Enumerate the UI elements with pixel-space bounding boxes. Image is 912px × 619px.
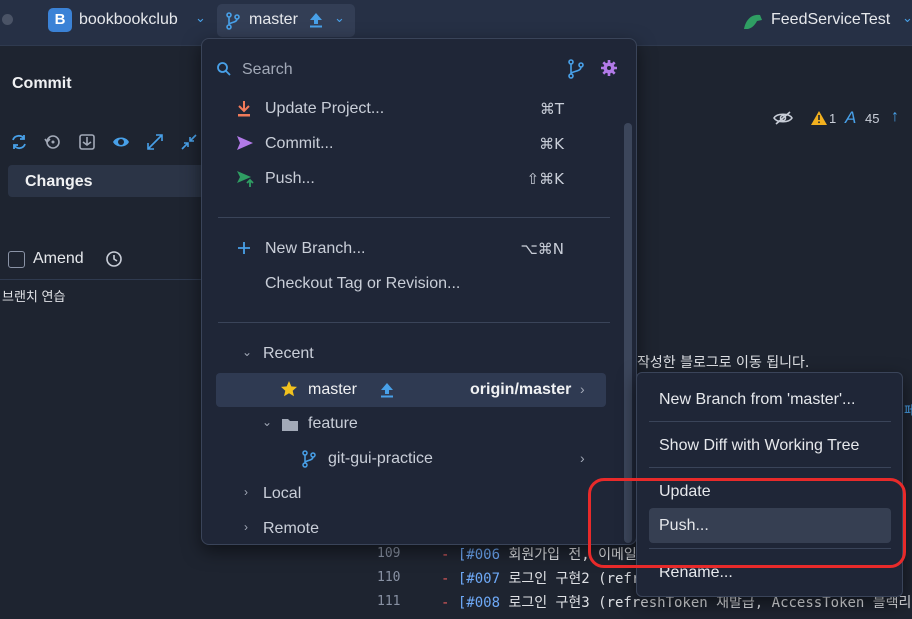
changes-node[interactable]: Changes [8,165,208,197]
chevron-right-icon: › [580,381,585,397]
code-text: 로그인 구현2 (refr [500,571,641,587]
issue-id: [#007 [457,571,501,587]
branch-name: git-gui-practice [328,450,433,467]
expand-icon[interactable] [146,133,164,151]
warning-count: 1 [829,111,837,126]
star-icon [281,381,297,397]
gear-icon[interactable] [600,59,618,77]
push-arrow-icon [381,383,393,398]
editor-text: 작성한 블로그로 이동 됩니다. [637,355,810,371]
code-line: - [#007 로그인 구현2 (refr [441,568,640,588]
run-configuration[interactable]: FeedServiceTest [771,11,890,29]
chevron-down-icon[interactable]: ⌄ [242,345,252,359]
shortcut: ⌥⌘N [520,240,564,258]
separator [649,421,891,422]
remote-group-label[interactable]: Remote [263,520,319,538]
line-number: 110 [377,570,401,585]
reader-mode-icon[interactable] [773,110,793,126]
update-project-item[interactable]: Update Project... ⌘T [216,93,606,126]
chevron-down-icon[interactable]: ⌄ [262,415,272,429]
list-dash: - [441,571,450,587]
chevron-down-icon: ⌄ [334,10,345,25]
menu-item-label: New Branch... [265,240,366,257]
submenu-item-show-diff[interactable]: Show Diff with Working Tree [649,428,891,463]
arrow-up-icon[interactable]: ↑ [891,108,899,126]
search-icon [217,62,231,76]
menu-item-label: New Branch from 'master'... [659,391,856,408]
plus-icon [238,242,250,254]
branch-icon [302,450,316,468]
code-text: 로그인 구현3 (refreshToken 재발급, AccessToken 블… [500,595,912,611]
shortcut: ⇧⌘K [526,170,564,188]
checkout-tag-item[interactable]: Checkout Tag or Revision... [216,268,606,301]
annotation-highlight [588,478,906,568]
folder-label[interactable]: feature [308,415,358,433]
update-project-icon [238,101,250,117]
clock-icon[interactable] [105,250,123,268]
branch-name: master [249,11,298,28]
collapse-icon[interactable] [180,133,198,151]
push-arrow-icon [310,13,322,28]
commit-item[interactable]: Commit... ⌘K [216,128,606,161]
list-dash: - [441,595,450,611]
branch-row-feature[interactable]: git-gui-practice › [216,442,606,475]
chevron-down-icon[interactable]: ⌄ [902,10,912,26]
run-config-icon [744,14,762,29]
line-number: 109 [377,546,401,561]
menu-item-label: Show Diff with Working Tree [659,437,860,454]
commit-icon [237,136,253,150]
list-dash: - [441,547,450,563]
new-branch-item[interactable]: New Branch... ⌥⌘N [216,233,606,266]
branch-icon [226,12,240,30]
issue-id: [#006 [457,547,501,563]
separator [218,217,610,218]
project-badge[interactable]: B [48,8,72,32]
separator [218,322,610,323]
project-name[interactable]: bookbookclub [79,11,178,29]
issue-id: [#008 [457,595,501,611]
menu-item-label: Push... [265,170,315,187]
shortcut: ⌘K [539,135,564,153]
push-icon [237,171,254,187]
menu-item-label: Update Project... [265,100,385,117]
amend-label[interactable]: Amend [33,250,84,268]
search-input[interactable] [242,58,542,82]
editor-text-fragment: 페 [904,403,912,418]
folder-icon [282,419,298,431]
commit-message-field[interactable]: 브랜치 연습 [2,286,65,305]
shortcut: ⌘T [539,100,564,118]
submenu-item-new-branch[interactable]: New Branch from 'master'... [649,382,891,417]
line-number: 111 [377,594,401,609]
push-item[interactable]: Push... ⇧⌘K [216,163,606,196]
window-dot [2,14,13,25]
chevron-down-icon[interactable]: ⌄ [195,10,206,26]
menu-item-label: Checkout Tag or Revision... [265,275,461,292]
typo-count: 45 [865,111,880,126]
separator [649,467,891,468]
warning-icon[interactable] [810,110,828,126]
commit-panel-title: Commit [12,75,72,92]
git-branches-popup: Update Project... ⌘T Commit... ⌘K Push..… [201,38,637,545]
chevron-right-icon[interactable]: › [244,485,248,499]
local-group-label[interactable]: Local [263,485,301,503]
rollback-icon[interactable] [43,133,61,151]
branch-row-master[interactable]: master origin/master › [216,373,606,407]
divider [0,279,210,280]
chevron-right-icon: › [580,450,585,466]
chevron-right-icon[interactable]: › [244,520,248,534]
tracked-remote: origin/master [470,381,572,398]
amend-checkbox[interactable] [8,251,25,268]
branch-name: master [308,381,357,398]
refresh-icon[interactable] [10,133,28,151]
eye-icon[interactable] [112,133,130,151]
shelve-icon[interactable] [78,133,96,151]
editor-gutter: 109 110 111 [361,540,431,619]
typo-icon[interactable]: A [845,108,856,128]
recent-group-label[interactable]: Recent [263,345,314,363]
changes-label: Changes [25,173,93,190]
branch-widget[interactable]: master ⌄ [217,4,355,37]
menu-item-label: Commit... [265,135,334,152]
branch-filter-icon[interactable] [567,59,585,79]
